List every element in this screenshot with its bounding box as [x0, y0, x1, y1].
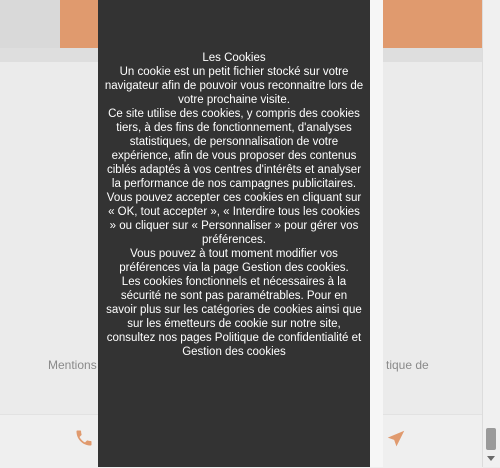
- scroll-down-arrow-icon[interactable]: [487, 456, 495, 461]
- modal-side-strip: [370, 0, 383, 467]
- cookie-paragraph-usage: Ce site utilise des cookies, y compris d…: [106, 108, 362, 190]
- navigation-arrow-icon[interactable]: [385, 428, 407, 450]
- scrollbar-thumb[interactable]: [486, 428, 496, 450]
- phone-icon[interactable]: [74, 428, 94, 448]
- cookie-paragraph-functional: Les cookies fonctionnels et nécessaires …: [106, 276, 362, 358]
- footer-politique-link[interactable]: tique de: [386, 358, 429, 372]
- cookie-paragraph-intro: Un cookie est un petit fichier stocké su…: [104, 66, 364, 106]
- cookie-consent-modal: Les Cookies Un cookie est un petit fichi…: [98, 0, 370, 467]
- cookie-modal-title: Les Cookies: [202, 52, 266, 64]
- page-scrollbar[interactable]: [482, 0, 500, 467]
- footer-mentions-link[interactable]: Mentions: [48, 358, 97, 372]
- cookie-paragraph-preferences: Vous pouvez à tout moment modifier vos p…: [119, 248, 349, 274]
- cookie-paragraph-accept: Vous pouvez accepter ces cookies en cliq…: [106, 192, 362, 246]
